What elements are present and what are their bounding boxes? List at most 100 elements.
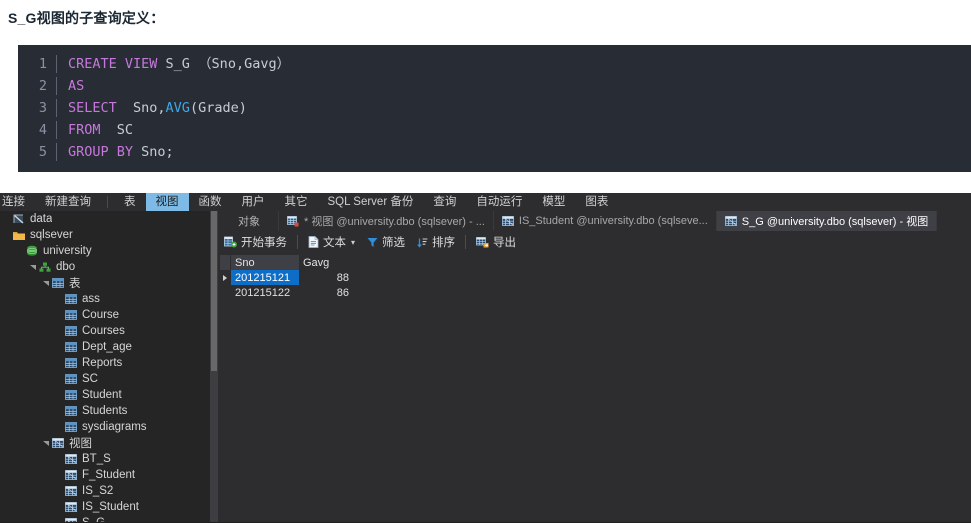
tree-item[interactable]: dbo — [0, 259, 210, 275]
ssms-screenshot: 连接 新建查询表视图 函数 用户 其它 SQL Server 备份 查询 自动运行 模型 图表 d… — [0, 193, 971, 523]
view-icon — [502, 216, 514, 226]
code-line: 1 CREATE VIEW S_G （Sno,Gavg） — [18, 53, 971, 75]
tree-item[interactable]: Course — [0, 307, 210, 323]
chevron-down-icon[interactable] — [41, 439, 51, 447]
tab-active[interactable]: S_G @university.dbo (sqlsever) - 视图 — [716, 211, 938, 231]
tree-item[interactable]: sqlsever — [0, 227, 210, 243]
grid-cell[interactable]: 201215122 — [231, 285, 299, 300]
code-line: 2 AS — [18, 75, 971, 97]
grid-cell[interactable]: 86 — [299, 285, 353, 300]
table-icon — [64, 421, 77, 433]
results-data-grid[interactable]: Sno Gavg 201215121 88 201215122 86 — [220, 255, 353, 300]
folder-icon — [12, 229, 25, 241]
chevron-down-icon[interactable]: ▾ — [351, 238, 355, 247]
menu-item-default[interactable]: 表 — [114, 193, 146, 211]
menu-item-default[interactable]: 新建查询 — [35, 193, 101, 211]
menu-item-default[interactable]: 连接 — [0, 193, 35, 211]
tree-item-label: F_Student — [82, 469, 136, 481]
transaction-icon — [224, 236, 237, 248]
menu-item-default[interactable]: 模型 — [532, 193, 575, 211]
menu-item-default[interactable]: SQL Server 备份 — [318, 193, 424, 211]
view-icon — [64, 485, 77, 497]
menu-item-default[interactable]: 函数 — [189, 193, 232, 211]
pane-splitter-scrollbar[interactable] — [210, 211, 218, 523]
grid-cell[interactable]: 201215121 — [231, 270, 299, 285]
tree-item[interactable]: Student — [0, 387, 210, 403]
table-row[interactable]: 201215122 86 — [220, 285, 353, 300]
code-gutter-divider — [56, 77, 57, 95]
grid-corner-cell[interactable] — [220, 255, 231, 270]
object-explorer-tree[interactable]: data sqlsever university dbo 表 ass Course Cours… — [0, 211, 210, 523]
menu-item-default[interactable]: 图表 — [575, 193, 618, 211]
tree-item[interactable]: data — [0, 211, 210, 227]
tree-item[interactable]: Dept_age — [0, 339, 210, 355]
tab[interactable]: * 视图 @university.dbo (sqlsever) - ... — [279, 211, 494, 231]
grid-column-header[interactable]: Sno — [231, 255, 299, 270]
tree-item[interactable]: ass — [0, 291, 210, 307]
code-token-kw: GROUP BY — [68, 144, 142, 160]
menu-item-default[interactable]: 自动运行 — [466, 193, 532, 211]
tree-item[interactable]: Reports — [0, 355, 210, 371]
code-token-kw: SELECT — [68, 100, 125, 116]
menu-item-active[interactable]: 视图 — [145, 193, 189, 211]
toolbar-button[interactable]: 排序 — [411, 231, 461, 253]
tree-item[interactable]: 视图 — [0, 435, 210, 451]
table-icon — [64, 341, 77, 353]
table-row[interactable]: 201215121 88 — [220, 270, 353, 285]
tree-item[interactable]: SC — [0, 371, 210, 387]
tree-item[interactable]: 表 — [0, 275, 210, 291]
toolbar-button-label: 文本 — [323, 237, 346, 249]
code-token-kw: CREATE VIEW — [68, 56, 166, 72]
menu-item-default[interactable]: 其它 — [275, 193, 318, 211]
scrollbar-thumb[interactable] — [211, 211, 217, 371]
tree-item-label: 表 — [69, 278, 81, 290]
table-icon — [64, 325, 77, 337]
view-icon — [64, 469, 77, 481]
tree-item[interactable]: sysdiagrams — [0, 419, 210, 435]
toolbar-button[interactable]: 文本 ▾ — [302, 231, 361, 253]
tree-item[interactable]: BT_S — [0, 451, 210, 467]
toolbar-button[interactable]: 开始事务 — [218, 231, 293, 253]
chevron-down-icon[interactable] — [28, 263, 38, 271]
view-icon — [64, 501, 77, 513]
grid-toolbar: 开始事务 文本 ▾ 筛选 排序 导出 — [218, 231, 971, 253]
tree-item[interactable]: IS_S2 — [0, 483, 210, 499]
tree-item[interactable]: Courses — [0, 323, 210, 339]
row-indicator-icon[interactable] — [220, 270, 231, 285]
tree-item-label: Courses — [82, 325, 125, 337]
designer-icon — [287, 215, 299, 227]
database-icon — [25, 245, 38, 257]
row-indicator-cell[interactable] — [220, 285, 231, 300]
tree-item-label: Students — [82, 405, 128, 417]
code-token-id: SC — [108, 122, 134, 138]
tree-item-label: 视图 — [69, 438, 92, 450]
menu-item-default[interactable]: 查询 — [423, 193, 466, 211]
grid-column-header[interactable]: Gavg — [299, 255, 353, 270]
filter-icon — [367, 237, 378, 248]
code-line-number: 4 — [38, 122, 47, 138]
code-lines: 1 CREATE VIEW S_G （Sno,Gavg） 2 AS 3 SELECT Sn… — [18, 53, 971, 163]
tab[interactable]: IS_Student @university.dbo (sqlseve... — [493, 211, 717, 231]
code-gutter-divider — [56, 99, 57, 117]
toolbar-button[interactable]: 筛选 — [361, 231, 411, 253]
toolbar-button[interactable]: 导出 — [470, 231, 522, 253]
sql-code-block: 1 CREATE VIEW S_G （Sno,Gavg） 2 AS 3 SELECT Sn… — [18, 45, 971, 172]
menu-item-default[interactable]: 用户 — [232, 193, 275, 211]
code-token-kw: AS — [68, 78, 85, 94]
toolbar-separator — [297, 235, 298, 249]
chevron-down-icon[interactable] — [41, 279, 51, 287]
tree-item-label: SC — [82, 373, 98, 385]
tree-item-label: Reports — [82, 357, 123, 369]
text-icon — [308, 236, 319, 248]
tree-item[interactable]: IS_Student — [0, 499, 210, 515]
tree-item[interactable]: Students — [0, 403, 210, 419]
tree-item-label: IS_Student — [82, 501, 139, 513]
table-icon — [51, 277, 64, 289]
tree-item[interactable]: university — [0, 243, 210, 259]
tab[interactable]: 对象 — [218, 211, 279, 231]
tree-item[interactable]: F_Student — [0, 467, 210, 483]
tab-label: IS_Student @university.dbo (sqlseve... — [518, 215, 708, 227]
code-token-id: Sno, — [124, 100, 166, 116]
tree-item-label: data — [30, 213, 53, 225]
grid-cell[interactable]: 88 — [299, 270, 353, 285]
